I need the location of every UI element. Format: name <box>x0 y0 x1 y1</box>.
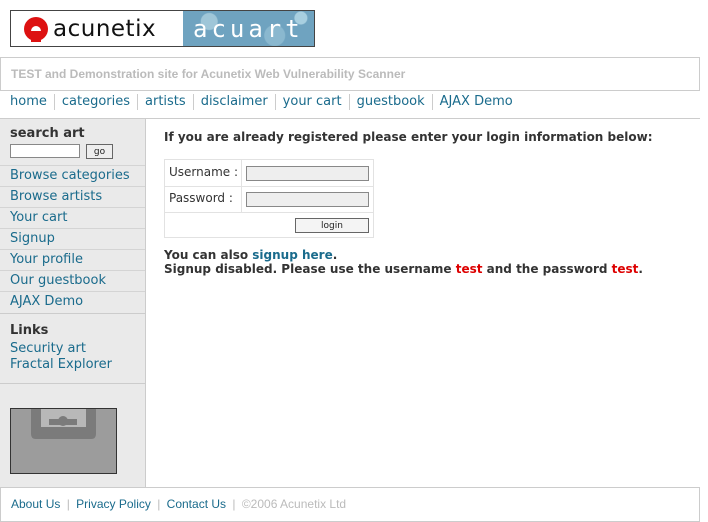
footer-privacy-link[interactable]: Privacy Policy <box>76 497 151 511</box>
login-intro: If you are already registered please ent… <box>164 130 653 144</box>
password-label: Password : <box>169 191 233 205</box>
sidebar-item-browse-categories[interactable]: Browse categories <box>0 165 145 186</box>
main-content: If you are already registered please ent… <box>164 130 684 276</box>
disabled-suffix: . <box>638 262 643 276</box>
login-form: Username : Password : login <box>164 159 374 238</box>
acunetix-logo: acunetix <box>11 11 183 46</box>
footer-separator: | <box>66 497 70 511</box>
signup-suffix: . <box>332 248 338 262</box>
demo-username: test <box>455 262 483 276</box>
username-input[interactable] <box>246 166 369 181</box>
top-navigation: home categories artists disclaimer your … <box>10 94 520 110</box>
links-title: Links <box>10 323 49 338</box>
acuart-logo: acuart <box>183 11 314 46</box>
password-input[interactable] <box>246 192 369 207</box>
disabled-prefix: Signup disabled. Please use the username <box>164 262 456 276</box>
nav-disclaimer[interactable]: disclaimer <box>192 94 275 110</box>
search-input[interactable] <box>10 144 80 158</box>
logo-brand-text: acunetix <box>53 15 157 42</box>
nav-guestbook[interactable]: guestbook <box>348 94 432 110</box>
sidebar-item-your-profile[interactable]: Your profile <box>0 249 145 270</box>
nav-artists[interactable]: artists <box>137 94 193 110</box>
site-logo[interactable]: acunetix acuart <box>10 10 315 47</box>
acunetix-logo-icon <box>24 16 48 42</box>
sidebar: search art go Browse categories Browse a… <box>0 119 146 487</box>
divider <box>165 186 373 187</box>
footer-separator: | <box>232 497 236 511</box>
nav-ajax-demo[interactable]: AJAX Demo <box>431 94 520 110</box>
search-title: search art <box>10 126 85 141</box>
link-security-art[interactable]: Security art <box>10 341 112 357</box>
sidebar-item-browse-artists[interactable]: Browse artists <box>0 186 145 207</box>
footer-about-link[interactable]: About Us <box>11 497 60 511</box>
footer-separator: | <box>157 497 161 511</box>
divider <box>0 313 145 314</box>
divider <box>165 212 373 213</box>
sidebar-item-signup[interactable]: Signup <box>0 228 145 249</box>
puzzle-icon <box>11 409 116 473</box>
link-fractal-explorer[interactable]: Fractal Explorer <box>10 357 112 373</box>
sidebar-image[interactable] <box>10 408 117 474</box>
signup-link[interactable]: signup here <box>252 248 332 262</box>
nav-categories[interactable]: categories <box>53 94 137 110</box>
signup-disabled-note: Signup disabled. Please use the username… <box>164 262 643 276</box>
footer-contact-link[interactable]: Contact Us <box>167 497 226 511</box>
footer: About Us | Privacy Policy | Contact Us |… <box>0 487 700 522</box>
sidebar-item-ajax-demo[interactable]: AJAX Demo <box>0 291 145 312</box>
footer-copyright: ©2006 Acunetix Ltd <box>241 497 347 511</box>
login-button[interactable]: login <box>295 218 369 233</box>
logo-site-text: acuart <box>193 14 304 43</box>
username-label: Username : <box>169 165 239 179</box>
nav-home[interactable]: home <box>10 94 54 110</box>
signup-prefix: You can also <box>164 248 253 262</box>
nav-your-cart[interactable]: your cart <box>274 94 349 110</box>
divider <box>0 383 145 384</box>
links-list: Security art Fractal Explorer <box>10 341 112 373</box>
search-go-button[interactable]: go <box>86 144 113 159</box>
signup-note: You can also signup here. <box>164 248 643 262</box>
demo-password: test <box>611 262 639 276</box>
login-notes: You can also signup here. Signup disable… <box>164 248 643 276</box>
disabled-mid: and the password <box>482 262 612 276</box>
sidebar-menu: Browse categories Browse artists Your ca… <box>0 165 145 312</box>
site-tagline: TEST and Demonstration site for Acunetix… <box>0 57 700 91</box>
sidebar-item-your-cart[interactable]: Your cart <box>0 207 145 228</box>
sidebar-item-our-guestbook[interactable]: Our guestbook <box>0 270 145 291</box>
